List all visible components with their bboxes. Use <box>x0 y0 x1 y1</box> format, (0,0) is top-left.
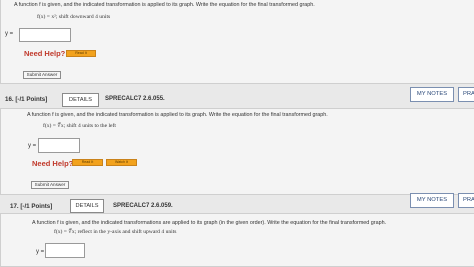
q17-number: 17. [-/1 Points] <box>10 203 53 210</box>
q16-answer-input[interactable] <box>38 138 80 153</box>
q17-y-label: y = <box>36 249 45 255</box>
q17-code: SPRECALC7 2.6.059. <box>113 203 173 209</box>
q16-details-button[interactable]: DETAILS <box>62 93 99 107</box>
q17-my-notes-button[interactable]: MY NOTES <box>410 193 454 208</box>
q16-read-it-button[interactable]: Read It <box>72 159 103 166</box>
q16-equation: f(x) = ∜x; shift 4 units to the left <box>43 123 116 129</box>
q16-watch-it-button[interactable]: Watch It <box>106 159 137 166</box>
q15-equation: f(x) = x²; shift downward 4 units <box>37 14 111 20</box>
q16-practice-another-button[interactable]: PRACTICE ANOTHER <box>458 87 474 102</box>
question-17-panel: A function f is given, and the indicated… <box>0 213 474 267</box>
q16-need-help: Need Help? <box>32 159 74 168</box>
question-16-panel: A function f is given, and the indicated… <box>0 108 474 195</box>
q17-prompt: A function f is given, and the indicated… <box>32 220 387 226</box>
q17-equation: f(x) = ∜x; reflect in the y-axis and shi… <box>54 229 177 235</box>
q17-answer-input[interactable] <box>45 243 85 258</box>
q16-y-label: y = <box>28 143 37 149</box>
question-15-panel: A function f is given, and the indicated… <box>0 0 474 84</box>
q15-prompt: A function f is given, and the indicated… <box>14 2 315 8</box>
q16-my-notes-button[interactable]: MY NOTES <box>410 87 454 102</box>
q16-submit-button[interactable]: Submit Answer <box>31 181 69 189</box>
q15-answer-input[interactable] <box>19 28 71 42</box>
q15-y-label: y = <box>5 31 14 37</box>
q15-submit-button[interactable]: Submit Answer <box>23 71 61 79</box>
q17-practice-another-button[interactable]: PRACTICE ANOTHER <box>458 193 474 208</box>
q15-read-it-button[interactable]: Read It <box>66 50 96 57</box>
q16-number: 16. [-/1 Points] <box>5 96 48 103</box>
q15-need-help: Need Help? <box>24 49 66 58</box>
q17-details-button[interactable]: DETAILS <box>70 199 104 213</box>
q16-prompt: A function f is given, and the indicated… <box>27 112 328 118</box>
q16-code: SPRECALC7 2.6.055. <box>105 96 165 102</box>
